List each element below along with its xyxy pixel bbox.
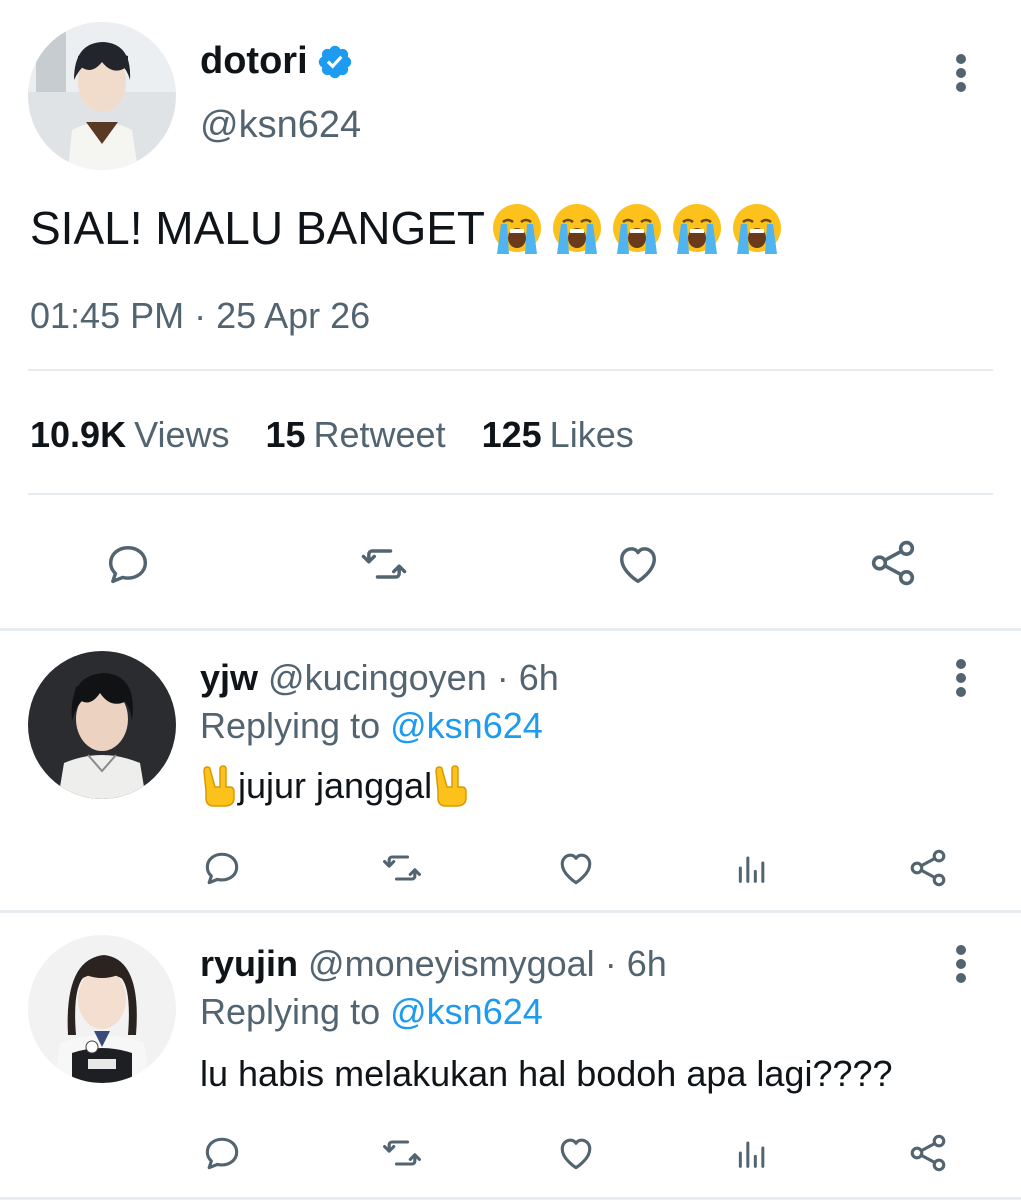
more-vertical-icon[interactable]	[955, 54, 967, 94]
loudly-crying-face-icon	[613, 204, 662, 254]
replying-to-link[interactable]: @ksn624	[390, 991, 543, 1032]
heart-icon[interactable]	[553, 1131, 599, 1175]
avatar[interactable]	[28, 651, 176, 799]
retweets-stat[interactable]: 15 Retweet	[265, 414, 445, 456]
tweet-timestamp[interactable]: 01:45 PM · 25 Apr 26	[30, 295, 370, 337]
share-icon[interactable]	[906, 1131, 950, 1175]
replying-to-link[interactable]: @ksn624	[390, 705, 543, 746]
loudly-crying-face-icon	[553, 204, 602, 254]
more-vertical-icon[interactable]	[955, 945, 967, 985]
views-stat[interactable]: 10.9K Views	[30, 414, 229, 456]
victory-hand-icon	[203, 765, 235, 807]
reply-header: yjw @kucingoyen · 6h	[200, 657, 559, 699]
avatar-image	[28, 651, 176, 799]
reply-time[interactable]: 6h	[627, 943, 667, 984]
reply-icon[interactable]	[200, 1131, 244, 1175]
reply-icon[interactable]	[102, 538, 154, 590]
avatar[interactable]	[28, 935, 176, 1083]
likes-stat[interactable]: 125 Likes	[482, 414, 634, 456]
retweet-icon[interactable]	[378, 846, 426, 890]
reply-header: ryujin @moneyismygoal · 6h	[200, 943, 667, 985]
verified-badge-icon	[318, 45, 351, 78]
victory-hand-icon	[435, 765, 467, 807]
replying-to-label: Replying to	[200, 705, 381, 746]
replying-to-label: Replying to	[200, 991, 381, 1032]
replying-to: Replying to @ksn624	[200, 991, 543, 1033]
tweet-text: SIAL! MALU BANGET	[30, 202, 486, 254]
heart-icon[interactable]	[610, 538, 666, 590]
author-name-row[interactable]: dotori	[200, 40, 354, 83]
analytics-icon[interactable]	[732, 846, 772, 890]
loudly-crying-face-icon	[493, 204, 542, 254]
crying-emoji-row	[489, 200, 789, 256]
loudly-crying-face-icon	[673, 204, 722, 254]
retweet-icon[interactable]	[355, 538, 413, 590]
reply-icon[interactable]	[200, 846, 244, 890]
tweet-text-row: SIAL! MALU BANGET	[30, 200, 789, 256]
reply-text: jujur janggal	[238, 765, 433, 806]
analytics-icon[interactable]	[732, 1131, 772, 1175]
more-vertical-icon[interactable]	[955, 659, 967, 699]
replying-to: Replying to @ksn624	[200, 705, 543, 747]
retweet-icon[interactable]	[378, 1131, 426, 1175]
author-handle[interactable]: @moneyismygoal	[308, 943, 595, 984]
share-icon[interactable]	[906, 846, 950, 890]
divider	[28, 369, 993, 371]
heart-icon[interactable]	[553, 846, 599, 890]
author-name[interactable]: ryujin	[200, 943, 298, 984]
reply-text: lu habis melakukan hal bodoh apa lagi???…	[200, 1053, 893, 1094]
reply-time[interactable]: 6h	[519, 657, 559, 698]
author-handle[interactable]: @kucingoyen	[268, 657, 487, 698]
reply-tweet[interactable]: yjw @kucingoyen · 6h Replying to @ksn624…	[0, 631, 1021, 910]
reply-text-row: jujur janggal	[200, 765, 470, 807]
avatar[interactable]	[28, 22, 176, 170]
reply-text-row: lu habis melakukan hal bodoh apa lagi???…	[200, 1053, 893, 1095]
tweet-stats: 10.9K Views 15 Retweet 125 Likes	[30, 414, 634, 456]
reply-tweet[interactable]: ryujin @moneyismygoal · 6h Replying to @…	[0, 913, 1021, 1197]
avatar-image	[28, 22, 176, 170]
loudly-crying-face-icon	[733, 204, 782, 254]
author-name[interactable]: yjw	[200, 657, 258, 698]
separator: ·	[496, 657, 509, 698]
author-name[interactable]: dotori	[200, 40, 308, 83]
separator: ·	[604, 943, 617, 984]
avatar-image	[28, 935, 176, 1083]
share-icon[interactable]	[866, 536, 920, 590]
divider	[28, 493, 993, 495]
author-handle[interactable]: @ksn624	[200, 104, 361, 147]
main-tweet: dotori @ksn624 SIAL! MALU BANGET 01:45 P…	[0, 0, 1021, 628]
